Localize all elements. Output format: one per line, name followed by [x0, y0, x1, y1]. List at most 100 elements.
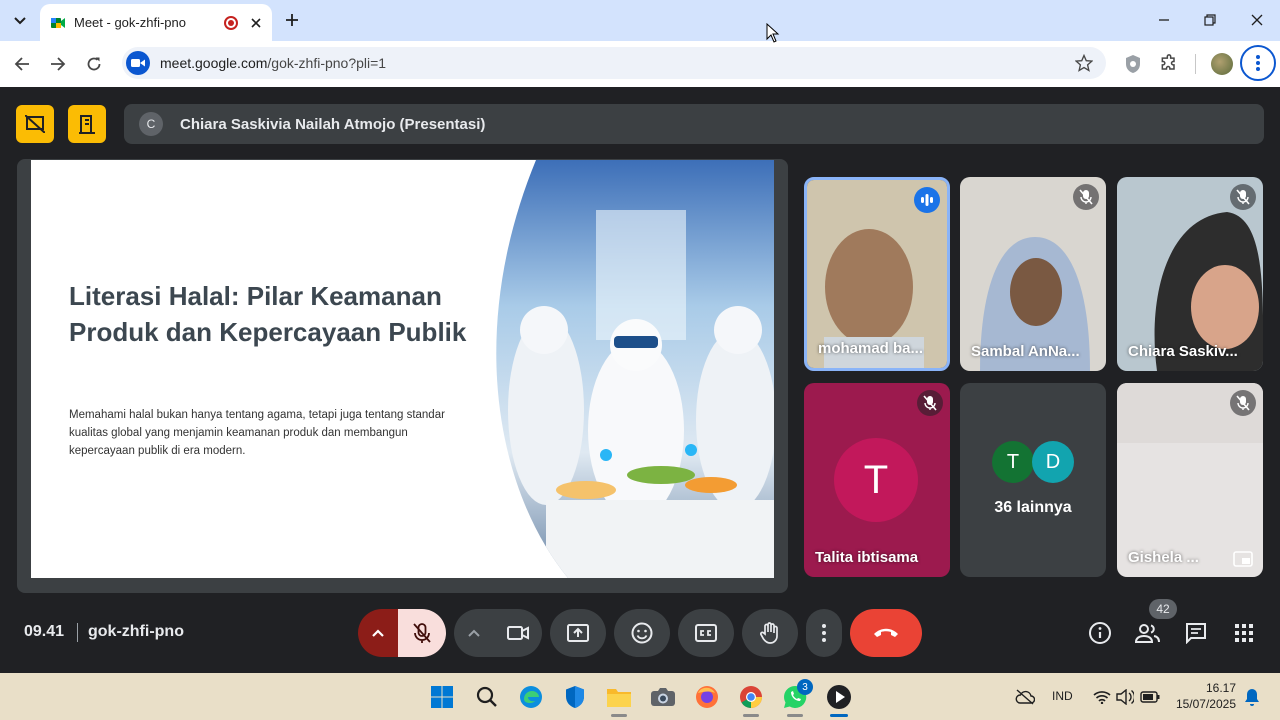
presenter-avatar: C — [139, 112, 163, 136]
meet-call-area: C Chiara Saskivia Nailah Atmojo (Present… — [0, 87, 1280, 673]
more-vertical-icon — [822, 624, 826, 642]
extensions-puzzle-icon[interactable] — [1158, 53, 1180, 75]
meeting-code: gok-zhfi-pno — [88, 623, 184, 640]
participant-name: mohamad ba... — [818, 340, 924, 357]
microphone-toggle-button[interactable] — [398, 609, 446, 657]
profile-avatar[interactable] — [1211, 53, 1233, 75]
bookmark-star-icon[interactable] — [1074, 53, 1094, 73]
camera-icon — [651, 688, 675, 706]
leave-call-button[interactable] — [850, 609, 922, 657]
slide-title: Literasi Halal: Pilar Keamanan Produk da… — [69, 281, 467, 347]
present-screen-button[interactable] — [550, 609, 606, 657]
emoji-icon — [631, 622, 653, 644]
meeting-time: 09.41 — [24, 623, 65, 640]
video-options-button[interactable] — [454, 609, 494, 657]
firefox-taskbar-button[interactable] — [693, 683, 721, 711]
notification-bell-icon[interactable] — [1242, 687, 1262, 707]
toolbar-divider — [1195, 54, 1196, 74]
tab-title: Meet - gok-zhfi-pno — [74, 15, 186, 30]
participant-tile[interactable]: Chiara Saskiv... — [1117, 177, 1263, 371]
restore-button[interactable] — [1198, 8, 1222, 32]
tab-search-button[interactable] — [8, 9, 32, 33]
browser-tab-meet[interactable]: Meet - gok-zhfi-pno — [40, 4, 272, 41]
captions-button[interactable] — [678, 609, 734, 657]
divider — [77, 623, 78, 642]
camera-taskbar-button[interactable] — [649, 683, 677, 711]
browser-toolbar: meet.google.com/gok-zhfi-pno?pli=1 — [0, 41, 1280, 87]
speaking-indicator-icon — [914, 187, 940, 213]
search-button[interactable] — [473, 683, 501, 711]
presenter-label: Chiara Saskivia Nailah Atmojo (Presentas… — [180, 115, 486, 133]
participant-tile[interactable]: mohamad ba... — [804, 177, 950, 371]
running-indicator — [787, 714, 803, 717]
emoji-reactions-button[interactable] — [614, 609, 670, 657]
other-participants-avatars: T D — [992, 441, 1074, 483]
shared-slide: Literasi Halal: Pilar Keamanan Produk da… — [31, 160, 774, 578]
running-indicator — [611, 714, 627, 717]
chrome-icon — [740, 686, 762, 708]
close-tab-icon[interactable] — [248, 15, 264, 31]
notification-badge: 3 — [797, 679, 813, 695]
shield-extension-icon[interactable] — [1122, 53, 1144, 75]
presenter-banner[interactable]: C Chiara Saskivia Nailah Atmojo (Present… — [124, 104, 1264, 144]
arrow-right-icon — [51, 57, 66, 71]
video-camera-icon — [507, 626, 529, 640]
participant-tile[interactable]: Gishela ... — [1117, 383, 1263, 577]
others-tile[interactable]: T D 36 lainnya — [960, 383, 1106, 577]
close-icon — [1251, 14, 1263, 26]
presentation-layout-button[interactable] — [16, 105, 54, 143]
meeting-details-button[interactable] — [1086, 619, 1114, 647]
back-button[interactable] — [8, 50, 36, 78]
chrome-taskbar-button[interactable] — [737, 683, 765, 711]
wifi-icon[interactable] — [1092, 687, 1112, 707]
plus-icon — [286, 14, 298, 26]
recording-indicator-icon — [224, 15, 238, 30]
raise-hand-button[interactable] — [742, 609, 798, 657]
activities-button[interactable] — [1230, 619, 1258, 647]
volume-icon[interactable] — [1115, 687, 1135, 707]
chrome-menu-button[interactable] — [1240, 45, 1276, 81]
presentation-door-icon — [79, 115, 95, 134]
participant-count-badge: 42 — [1149, 599, 1177, 619]
participant-name: Gishela ... — [1128, 549, 1199, 566]
close-window-button[interactable] — [1245, 8, 1269, 32]
camera-toggle-button[interactable] — [494, 609, 542, 657]
system-clock[interactable]: 16.17 15/07/2025 — [1170, 680, 1236, 712]
more-options-button[interactable] — [806, 609, 842, 657]
people-icon — [1135, 624, 1160, 643]
input-language[interactable]: IND — [1052, 689, 1073, 703]
url-text: meet.google.com/gok-zhfi-pno?pli=1 — [160, 55, 387, 71]
mic-off-icon — [1230, 184, 1256, 210]
shield-icon — [566, 686, 584, 708]
minimize-button[interactable] — [1152, 8, 1176, 32]
media-player-taskbar-button[interactable] — [825, 683, 853, 711]
address-bar[interactable]: meet.google.com/gok-zhfi-pno?pli=1 — [122, 47, 1106, 79]
chat-button[interactable] — [1182, 619, 1210, 647]
picture-in-picture-icon[interactable] — [1232, 550, 1254, 568]
participant-name: Sambal AnNa... — [971, 343, 1080, 360]
mic-off-icon — [1230, 390, 1256, 416]
chevron-up-icon — [468, 629, 480, 637]
reload-button[interactable] — [80, 50, 108, 78]
new-tab-button[interactable] — [280, 8, 304, 32]
clock-time: 16.17 — [1205, 681, 1236, 695]
participant-avatar: D — [1032, 441, 1074, 483]
battery-icon[interactable] — [1140, 687, 1160, 707]
file-explorer-taskbar-button[interactable] — [605, 683, 633, 711]
video-camera-icon[interactable] — [126, 51, 150, 75]
participant-tile[interactable]: T Talita ibtisama — [804, 383, 950, 577]
audio-options-button[interactable] — [358, 609, 398, 657]
people-button[interactable] — [1134, 619, 1162, 647]
running-indicator — [743, 714, 759, 717]
minimize-icon — [1159, 19, 1169, 21]
present-to-all-icon — [567, 624, 589, 642]
start-button[interactable] — [428, 683, 456, 711]
fullscreen-presentation-button[interactable] — [68, 105, 106, 143]
google-meet-icon — [51, 17, 65, 28]
edge-taskbar-button[interactable] — [517, 683, 545, 711]
participant-tile[interactable]: Sambal AnNa... — [960, 177, 1106, 371]
presentation-stage[interactable]: Literasi Halal: Pilar Keamanan Produk da… — [17, 159, 788, 593]
cloud-offline-icon[interactable] — [1015, 687, 1035, 707]
security-taskbar-button[interactable] — [561, 683, 589, 711]
forward-button[interactable] — [44, 50, 72, 78]
